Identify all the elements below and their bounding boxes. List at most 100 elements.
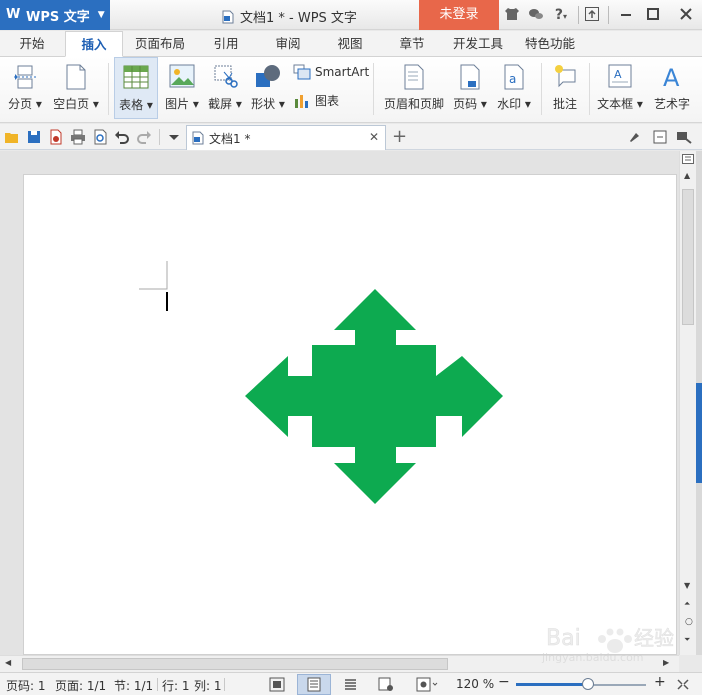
open-folder-icon[interactable] [4,129,20,145]
login-button[interactable]: 未登录 [419,0,499,30]
task-pane-strip[interactable] [696,151,702,655]
four-way-arrow-shape[interactable] [245,289,503,504]
skin-icon[interactable] [503,6,521,24]
comment-button[interactable]: 批注 [546,57,584,119]
upload-icon[interactable] [583,6,601,24]
status-row[interactable]: 行: 1 [162,677,190,694]
scroll-up-icon[interactable]: ▲ [684,171,690,180]
chart-button[interactable]: 图表 [293,92,339,109]
outline-view-icon[interactable] [343,677,358,692]
screenshot-button[interactable]: 截屏 ▾ [205,57,245,119]
watermark-button[interactable]: a 水印 ▾ [493,57,535,119]
chart-label: 图表 [315,94,340,108]
zoom-slider-handle[interactable] [581,678,594,690]
shapes-button[interactable]: 形状 ▾ [248,57,288,119]
print-icon[interactable] [70,129,86,145]
smartart-button[interactable]: SmartArt [293,64,369,80]
status-page-number[interactable]: 页码: 1 [6,677,46,694]
tab-special[interactable]: 特色功能 [518,31,582,57]
tab-home[interactable]: 开始 [8,31,56,57]
task-pane-toggle[interactable] [696,383,702,483]
blank-page-icon [66,64,86,90]
table-button[interactable]: 表格 ▾ [114,57,158,119]
collapse-ribbon-icon[interactable] [652,129,668,145]
document-tab-label: 文档1 * [209,131,251,146]
print-preview-icon[interactable] [92,129,108,145]
document-tab[interactable]: 文档1 * ✕ [186,125,386,150]
caret-down-icon: ▼ [97,10,105,20]
help-label: ? [554,7,564,23]
blank-page-button[interactable]: 空白页 ▾ [50,57,102,119]
help-button[interactable]: ?▾ [550,6,572,24]
close-icon[interactable] [677,6,695,24]
status-section[interactable]: 节: 1/1 [114,677,153,694]
tab-references[interactable]: 引用 [202,31,250,57]
picture-button[interactable]: 图片 ▾ [162,57,202,119]
ribbon-divider [108,63,109,115]
wps-logo-icon: W [6,7,21,22]
customize-dropdown-icon[interactable] [166,129,182,145]
word-art-button[interactable]: A 艺术字 [650,57,694,119]
horizontal-scroll-thumb[interactable] [22,658,448,670]
app-menu-button[interactable]: W WPS 文字 ▼ [0,0,110,30]
maximize-icon[interactable] [644,6,662,24]
vertical-scroll-thumb[interactable] [682,189,694,325]
zoom-out-icon[interactable]: − [498,674,510,690]
word-art-label: 艺术字 [653,97,690,111]
page-number-label: 页码 [453,97,478,111]
tab-chapter[interactable]: 章节 [388,31,436,57]
text-box-icon: A [608,64,632,88]
app-name: WPS 文字 [26,9,90,25]
header-footer-button[interactable]: 页眉和页脚 [380,57,448,119]
ribbon-divider [589,63,590,115]
document-workspace[interactable] [0,151,679,655]
scroll-left-icon[interactable]: ◀ [5,658,11,667]
status-column[interactable]: 列: 1 [194,677,222,694]
watermark-brand: Bai [546,626,581,651]
tab-page-layout[interactable]: 页面布局 [128,31,192,57]
pin-icon[interactable] [626,129,642,145]
status-divider [157,678,158,691]
full-screen-view-icon[interactable] [269,677,285,692]
minimize-icon[interactable] [617,6,635,24]
text-box-button[interactable]: A 文本框 ▾ [594,57,646,119]
tab-insert[interactable]: 插入 [65,31,123,57]
protect-eyes-icon[interactable] [416,677,438,692]
close-tab-icon[interactable]: ✕ [369,130,379,144]
status-pages[interactable]: 页面: 1/1 [55,677,106,694]
document-tab-icon [192,131,204,145]
new-tab-icon[interactable]: + [392,126,407,147]
page-break-icon [14,65,36,89]
save-icon[interactable] [26,129,42,145]
reading-view-icon[interactable] [378,677,394,692]
smartart-label: SmartArt [315,65,370,79]
tab-view[interactable]: 视图 [326,31,374,57]
chat-icon[interactable] [527,6,545,24]
export-pdf-icon[interactable] [48,129,64,145]
previous-page-icon[interactable]: ⏶ [684,599,690,609]
redo-icon[interactable] [136,129,152,145]
watermark-label: 水印 [497,97,522,111]
vertical-scrollbar[interactable]: ▲ ▼ ⏶ ○ ⏷ [679,151,696,655]
paw-logo-icon [598,628,632,653]
chart-icon [295,94,308,108]
header-footer-label: 页眉和页脚 [383,97,444,111]
zoom-in-icon[interactable]: + [654,674,666,690]
page-number-button[interactable]: 页码 ▾ [450,57,490,119]
blank-page-label: 空白页 [53,97,90,111]
ribbon-options-icon[interactable] [676,129,692,145]
page-view-icon [307,677,321,692]
page-break-label: 分页 [8,97,33,111]
tab-review[interactable]: 审阅 [264,31,312,57]
zoom-level[interactable]: 120 % [456,677,494,691]
page-view-button[interactable] [297,674,331,695]
page-break-button[interactable]: 分页 ▾ [4,57,46,119]
screenshot-label: 截屏 [208,97,233,111]
tab-developer[interactable]: 开发工具 [446,31,510,57]
document-page[interactable] [23,174,677,655]
undo-icon[interactable] [114,129,130,145]
expand-icon[interactable] [676,678,690,691]
svg-text:A: A [663,64,680,90]
scroll-down-icon[interactable]: ▼ [684,581,690,590]
split-view-icon[interactable] [682,154,694,164]
